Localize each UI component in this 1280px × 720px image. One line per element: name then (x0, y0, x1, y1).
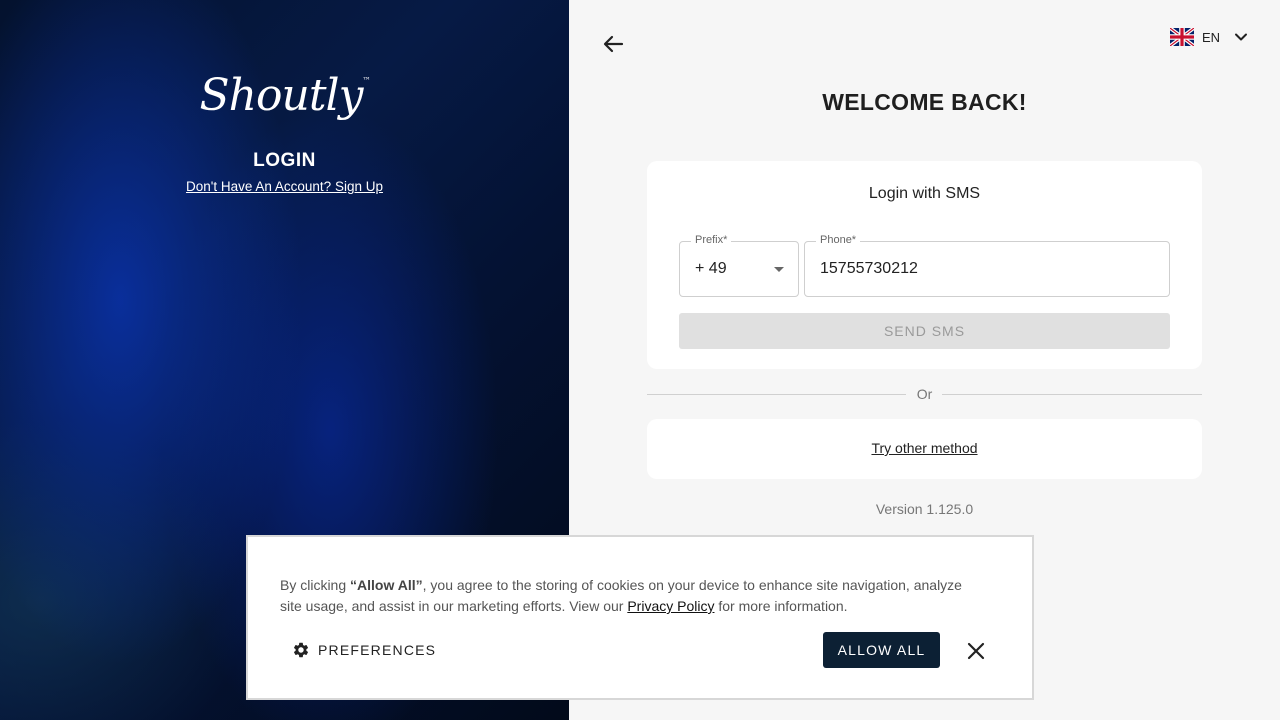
phone-field[interactable]: Phone* (804, 234, 1170, 297)
cookie-banner: By clicking “Allow All”, you agree to th… (246, 535, 1034, 700)
cookie-text-before: By clicking (280, 577, 351, 593)
cookie-text-end: for more information. (714, 598, 848, 614)
chevron-down-icon (1235, 33, 1248, 41)
divider-line-right (942, 394, 1202, 395)
back-arrow-icon[interactable] (600, 32, 626, 56)
send-sms-button[interactable]: SEND SMS (679, 313, 1170, 349)
gear-icon (293, 642, 309, 658)
prefix-label: Prefix* (691, 234, 732, 246)
card-title: Login with SMS (868, 185, 981, 202)
preferences-button[interactable]: PREFERENCES (292, 641, 436, 659)
prefix-value: + 49 (695, 260, 727, 277)
shoutly-logo: Shoutly™ (0, 70, 569, 121)
close-icon[interactable] (966, 641, 986, 661)
phone-input[interactable] (805, 242, 1169, 296)
privacy-policy-link[interactable]: Privacy Policy (627, 598, 714, 614)
sms-login-card: Login with SMS Prefix* + 49 Phone* SEND … (647, 161, 1202, 369)
cookie-message: By clicking “Allow All”, you agree to th… (280, 575, 980, 617)
uk-flag-icon (1170, 28, 1194, 46)
language-code: EN (1202, 29, 1221, 45)
prefix-select[interactable]: Prefix* + 49 (679, 234, 799, 297)
cookie-text-bold: “Allow All” (350, 577, 423, 593)
login-heading: LOGIN (253, 150, 316, 171)
other-method-card: Try other method (647, 419, 1202, 479)
or-divider: Or (647, 385, 1202, 405)
logo-text: Shoutly (199, 70, 364, 121)
allow-all-button[interactable]: ALLOW ALL (823, 632, 940, 668)
preferences-label: PREFERENCES (318, 642, 437, 658)
logo-tm: ™ (362, 76, 370, 85)
language-selector[interactable]: EN (1170, 28, 1248, 46)
dropdown-caret-icon (774, 267, 784, 272)
try-other-method-link[interactable]: Try other method (647, 440, 1202, 456)
version-text: Version 1.125.0 (875, 501, 974, 517)
page-title: WELCOME BACK! (822, 89, 1027, 115)
signup-link[interactable]: Don't Have An Account? Sign Up (0, 179, 569, 194)
